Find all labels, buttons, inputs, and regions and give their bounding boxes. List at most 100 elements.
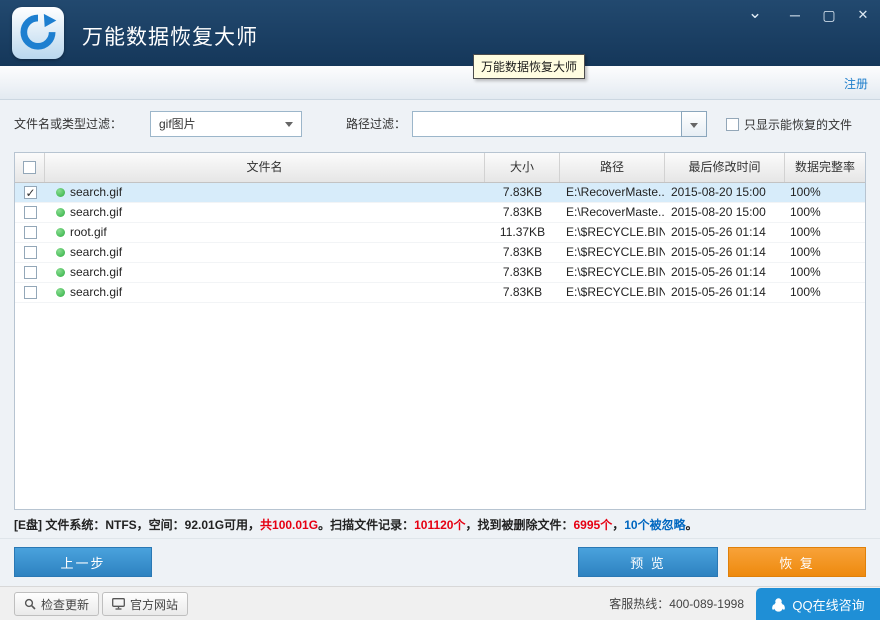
path-filter-combobox: [412, 111, 707, 137]
col-header-size[interactable]: 大小: [485, 153, 560, 182]
file-status-icon: [56, 208, 65, 217]
qq-icon: [771, 597, 786, 612]
type-filter-value: gif图片: [159, 117, 196, 131]
table-row[interactable]: search.gif 7.83KB E:\$RECYCLE.BIN.. 2015…: [15, 263, 865, 283]
file-size: 7.83KB: [502, 185, 543, 199]
row-checkbox[interactable]: [23, 286, 37, 299]
app-logo-icon: [12, 7, 64, 59]
file-name: search.gif: [70, 185, 123, 199]
titlebar: 万能数据恢复大师 ⌄ ─ ▢ ✕: [0, 0, 880, 66]
table-row[interactable]: search.gif 7.83KB E:\RecoverMaste.. 2015…: [15, 203, 865, 223]
status-text: [E盘] 文件系统：NTFS，空间：92.01G可用，共100.01G。扫描文件…: [14, 516, 698, 533]
qq-support-label: QQ在线咨询: [792, 597, 865, 613]
table-row[interactable]: root.gif 11.37KB E:\$RECYCLE.BIN.. 2015-…: [15, 223, 865, 243]
file-path: E:\$RECYCLE.BIN..: [566, 265, 665, 279]
file-name: search.gif: [70, 205, 123, 219]
file-name: search.gif: [70, 265, 123, 279]
file-modified: 2015-08-20 15:00: [671, 205, 766, 219]
file-path: E:\$RECYCLE.BIN..: [566, 285, 665, 299]
table-header: 文件名 大小 路径 最后修改时间 数据完整率: [15, 153, 865, 183]
previous-step-button[interactable]: 上一步: [14, 547, 152, 577]
qq-support-button[interactable]: QQ在线咨询: [756, 588, 880, 620]
table-row[interactable]: search.gif 7.83KB E:\$RECYCLE.BIN.. 2015…: [15, 243, 865, 263]
type-filter-dropdown[interactable]: gif图片: [150, 111, 302, 137]
file-size: 7.83KB: [502, 285, 543, 299]
official-site-button[interactable]: 官方网站: [102, 592, 189, 616]
status-segment: 。扫描文件记录：: [318, 518, 415, 532]
path-filter-label: 路径过滤：: [346, 117, 407, 131]
chevron-down-icon: [285, 122, 293, 127]
app-window: 万能数据恢复大师 ⌄ ─ ▢ ✕ 万能数据恢复大师 注册 文件名或类型过滤： g…: [0, 0, 880, 620]
file-size: 11.37KB: [499, 225, 546, 239]
checkbox-icon[interactable]: [726, 117, 739, 131]
filter-bar: 文件名或类型过滤： gif图片 路径过滤： 只显示能恢复的文件: [0, 100, 880, 148]
row-checkbox-cell: [15, 243, 45, 262]
col-header-integrity[interactable]: 数据完整率: [785, 153, 865, 182]
file-name: search.gif: [70, 285, 123, 299]
recover-button[interactable]: 恢 复: [728, 547, 866, 577]
col-header-filename[interactable]: 文件名: [45, 153, 485, 182]
row-checkbox[interactable]: [23, 184, 37, 202]
chevron-down-icon: [690, 123, 698, 128]
preview-button[interactable]: 预 览: [578, 547, 718, 577]
close-button[interactable]: ✕: [852, 4, 874, 26]
tooltip: 万能数据恢复大师: [473, 54, 586, 79]
status-segment: ，找到被删除文件：: [465, 518, 574, 532]
row-checkbox-cell: [15, 263, 45, 282]
path-filter-dropdown-button[interactable]: [681, 111, 707, 137]
file-status-icon: [56, 268, 65, 277]
row-checkbox[interactable]: [23, 226, 37, 239]
file-size: 7.83KB: [502, 205, 543, 219]
maximize-button[interactable]: ▢: [818, 4, 840, 26]
file-name-cell: search.gif: [45, 243, 485, 262]
table-row[interactable]: search.gif 7.83KB E:\$RECYCLE.BIN.. 2015…: [15, 283, 865, 303]
file-table: 文件名 大小 路径 最后修改时间 数据完整率 search.gif 7.83KB…: [14, 152, 866, 510]
status-segment: 6995个: [573, 518, 613, 532]
path-filter-input[interactable]: [412, 111, 682, 137]
file-size: 7.83KB: [502, 245, 543, 259]
file-integrity: 100%: [790, 285, 821, 299]
file-path: E:\$RECYCLE.BIN..: [566, 225, 665, 239]
status-segment: 10个被忽略: [624, 518, 686, 532]
table-body: search.gif 7.83KB E:\RecoverMaste.. 2015…: [15, 183, 865, 510]
check-update-button[interactable]: 检查更新: [14, 592, 100, 616]
table-row[interactable]: search.gif 7.83KB E:\RecoverMaste.. 2015…: [15, 183, 865, 203]
file-status-icon: [56, 228, 65, 237]
select-all-cell: [15, 153, 45, 182]
file-name: root.gif: [70, 225, 107, 239]
website-icon: [112, 598, 125, 610]
app-title: 万能数据恢复大师: [82, 26, 258, 49]
toolbar-strip: 注册: [0, 66, 880, 100]
file-name-cell: root.gif: [45, 223, 485, 242]
file-size: 7.83KB: [502, 265, 543, 279]
file-integrity: 100%: [790, 245, 821, 259]
status-segment: [E盘] 文件系统：NTFS，空间：92.01G可用，: [14, 518, 261, 532]
window-controls: ⌄ ─ ▢ ✕: [744, 4, 874, 26]
select-all-checkbox[interactable]: [23, 161, 36, 174]
row-checkbox[interactable]: [23, 206, 37, 219]
col-header-path[interactable]: 路径: [560, 153, 665, 182]
file-modified: 2015-05-26 01:14: [671, 285, 766, 299]
col-header-modified[interactable]: 最后修改时间: [665, 153, 785, 182]
check-update-label: 检查更新: [41, 597, 90, 612]
minimize-button[interactable]: ─: [784, 4, 806, 26]
file-name-cell: search.gif: [45, 283, 485, 302]
file-integrity: 100%: [790, 205, 821, 219]
row-checkbox[interactable]: [23, 266, 37, 279]
file-modified: 2015-08-20 15:00: [671, 185, 766, 199]
file-path: E:\$RECYCLE.BIN..: [566, 245, 665, 259]
file-modified: 2015-05-26 01:14: [671, 245, 766, 259]
row-checkbox-cell: [15, 183, 45, 202]
action-bar: 上一步 预 览 恢 复: [0, 547, 880, 577]
recoverable-only-checkbox[interactable]: 只显示能恢复的文件: [726, 100, 852, 148]
name-filter-label: 文件名或类型过滤：: [14, 117, 123, 131]
status-segment: 101120个: [414, 518, 466, 532]
official-site-label: 官方网站: [130, 597, 179, 612]
file-integrity: 100%: [790, 265, 821, 279]
status-bar: [E盘] 文件系统：NTFS，空间：92.01G可用，共100.01G。扫描文件…: [0, 511, 880, 539]
file-integrity: 100%: [790, 185, 821, 199]
row-checkbox[interactable]: [23, 246, 37, 259]
check-update-icon: [24, 598, 36, 610]
register-link[interactable]: 注册: [844, 75, 868, 92]
chevron-down-icon[interactable]: ⌄: [744, 4, 766, 26]
